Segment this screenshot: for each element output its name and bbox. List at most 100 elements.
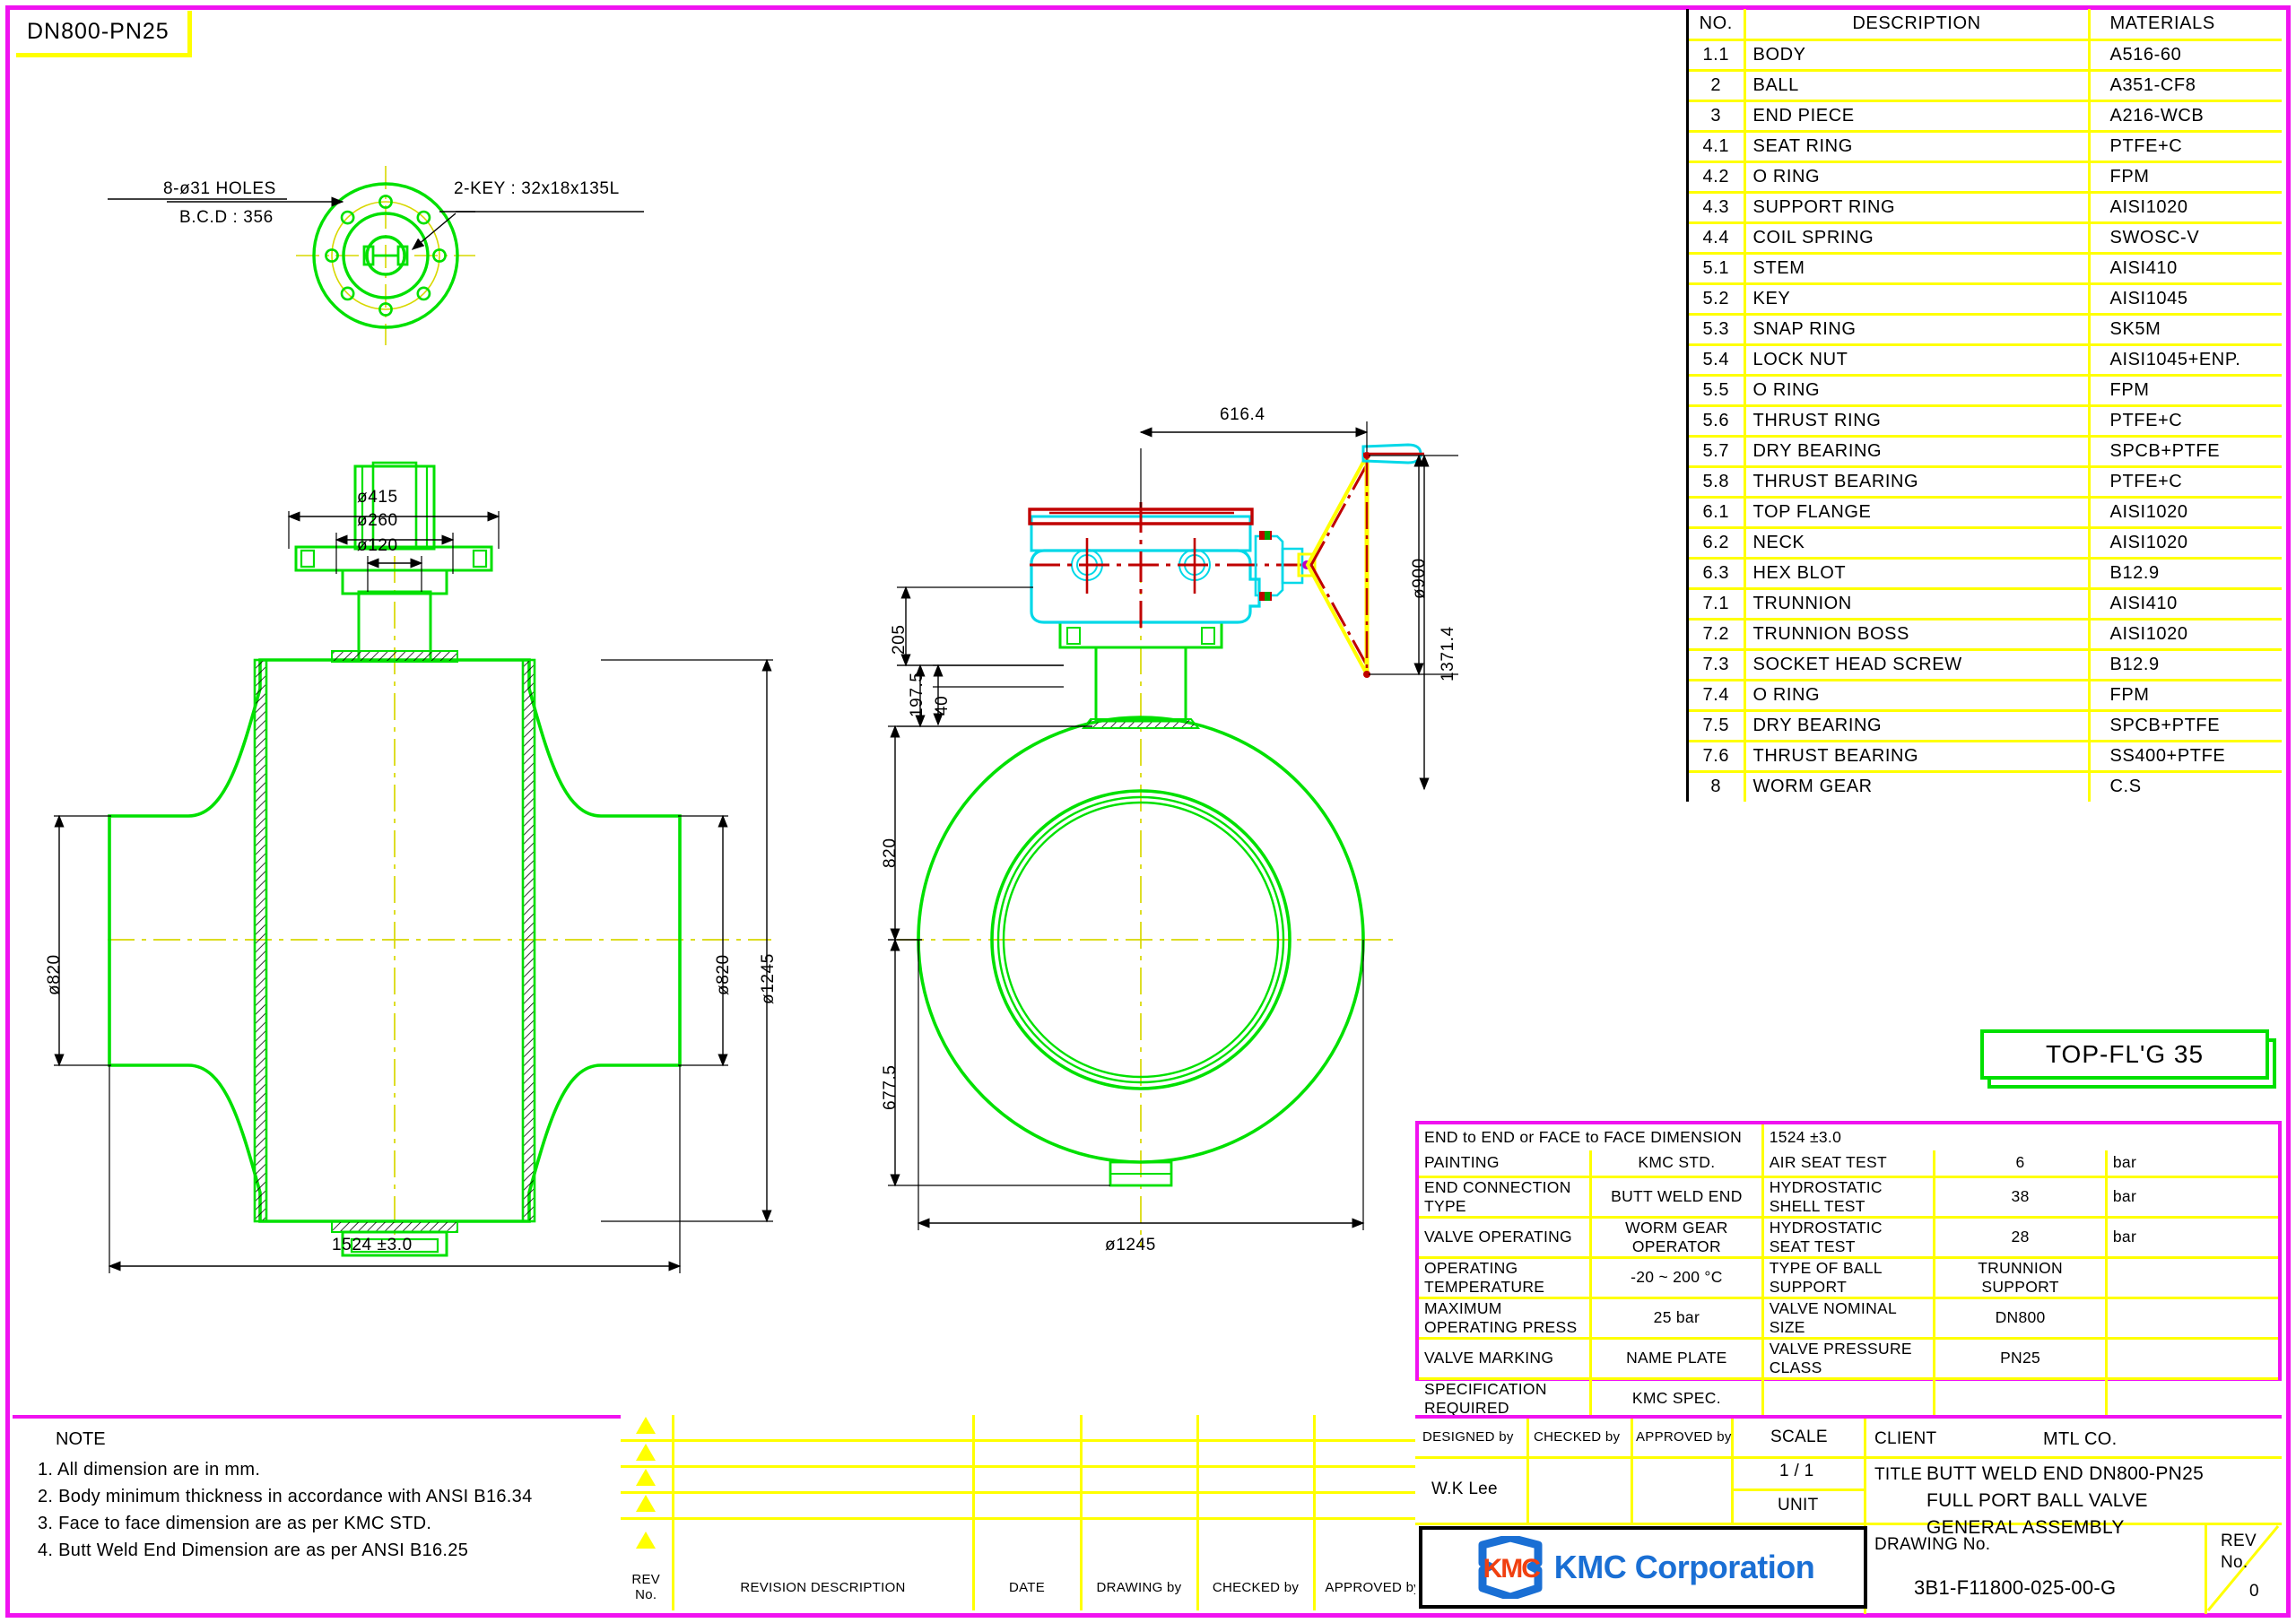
bom-cell-no: 7.1 bbox=[1689, 588, 1746, 621]
revision-header-description: REVISION DESCRIPTION bbox=[673, 1564, 975, 1610]
revision-header-rev-line2: No. bbox=[635, 1587, 657, 1603]
bom-header-no: NO. bbox=[1689, 9, 1746, 41]
bom-cell-description: TRUNNION bbox=[1744, 588, 2091, 621]
revision-header-approved-by: APPROVED by bbox=[1325, 1579, 1422, 1595]
flange-bcd-label: B.C.D : 356 bbox=[179, 208, 274, 227]
scale-label: SCALE bbox=[1770, 1428, 1828, 1446]
bom-cell-description: LOCK NUT bbox=[1744, 344, 2091, 377]
revision-marker bbox=[621, 1492, 674, 1520]
revision-cell-date bbox=[973, 1466, 1083, 1494]
bom-cell-description: THRUST BEARING bbox=[1744, 741, 2091, 773]
bom-cell-description: DRY BEARING bbox=[1744, 710, 2091, 742]
dim-205: 205 bbox=[890, 624, 909, 655]
vdd-row: OPERATING TEMPERATURE -20 ~ 200 °C TYPE OF… bbox=[1419, 1257, 2278, 1299]
bom-cell-no: 5.7 bbox=[1689, 436, 1746, 468]
bom-row: 5.5 O RING FPM bbox=[1689, 375, 2282, 407]
client-value: MTL CO. bbox=[2043, 1429, 2118, 1449]
revision-cell-checked-by bbox=[1197, 1518, 1316, 1565]
bom-cell-material: AISI1020 bbox=[2089, 619, 2282, 651]
bom-cell-description: THRUST BEARING bbox=[1744, 466, 2091, 499]
bom-row: 6.1 TOP FLANGE AISI1020 bbox=[1689, 497, 2282, 529]
vdd-right-label: VALVE PRESSURE CLASS bbox=[1762, 1338, 1936, 1380]
approved-by-label: APPROVED by bbox=[1636, 1429, 1732, 1445]
vdd-right-unit bbox=[2106, 1378, 2278, 1418]
top-flange-tag-box: TOP-FL'G 35 bbox=[1980, 1029, 2269, 1080]
bom-row: 2 BALL A351-CF8 bbox=[1689, 70, 2282, 102]
revision-cell-approved-by bbox=[1314, 1492, 1431, 1520]
vdd-left-value: -20 ~ 200 °C bbox=[1590, 1257, 1764, 1299]
bom-cell-material: C.S bbox=[2109, 777, 2142, 797]
bom-cell-description: HEX BLOT bbox=[1744, 558, 2091, 590]
revision-cell-description bbox=[673, 1492, 975, 1520]
revision-cell-date bbox=[973, 1518, 1083, 1565]
bom-header-row: NO. DESCRIPTION MATERIALS bbox=[1689, 9, 2282, 41]
rev-label: REV bbox=[2221, 1532, 2257, 1550]
vdd-right-label: AIR SEAT TEST bbox=[1762, 1150, 1936, 1178]
bom-row: 4.2 O RING FPM bbox=[1689, 161, 2282, 194]
note-item: 2. Body minimum thickness in accordance … bbox=[38, 1487, 533, 1506]
revision-cell-date bbox=[973, 1440, 1083, 1469]
notes-list: 1. All dimension are in mm. 2. Body minim… bbox=[38, 1456, 533, 1564]
revision-marker bbox=[621, 1415, 674, 1443]
drawing-no-value: 3B1-F11800-025-00-G bbox=[1914, 1576, 2117, 1599]
vdd-end-to-end-label: END to END or FACE to FACE DIMENSION bbox=[1419, 1124, 1764, 1150]
bom-cell-description: SOCKET HEAD SCREW bbox=[1744, 649, 2091, 681]
vdd-row: END CONNECTION TYPE BUTT WELD END HYDROSTA… bbox=[1419, 1176, 2278, 1219]
vdd-left-label: OPERATING TEMPERATURE bbox=[1419, 1257, 1593, 1299]
bom-cell-description: STEM bbox=[1744, 253, 2091, 285]
dim-d900: ø900 bbox=[1410, 558, 1429, 599]
dim-d820-left: ø820 bbox=[45, 954, 64, 995]
notes-block: NOTE 1. All dimension are in mm. 2. Body … bbox=[13, 1415, 621, 1610]
revision-cell-approved-by bbox=[1314, 1466, 1431, 1494]
bom-cell-no: 7.3 bbox=[1689, 649, 1746, 681]
bom-header-materials: MATERIALS bbox=[2089, 9, 2282, 41]
vdd-right-value: TRUNNION SUPPORT bbox=[1934, 1257, 2108, 1299]
revision-cell-description bbox=[673, 1518, 975, 1565]
bom-cell-no: 5.8 bbox=[1689, 466, 1746, 499]
revision-cell-drawing-by bbox=[1081, 1415, 1199, 1443]
vdd-left-value: NAME PLATE bbox=[1590, 1338, 1764, 1380]
vdd-right-unit bbox=[2106, 1298, 2278, 1340]
dim-40: 40 bbox=[933, 695, 952, 716]
bom-cell-no: 3 bbox=[1689, 100, 1746, 133]
vdd-row: VALVE OPERATING WORM GEAR OPERATOR HYDROST… bbox=[1419, 1217, 2278, 1259]
dim-d1245-side: ø1245 bbox=[1105, 1236, 1156, 1254]
bom-cell-description: O RING bbox=[1744, 375, 2091, 407]
bom-cell-description: WORM GEAR bbox=[1744, 771, 2091, 802]
bom-cell-no: 7.5 bbox=[1689, 710, 1746, 742]
vdd-right-unit: bar bbox=[2106, 1150, 2278, 1178]
dim-d415: ø415 bbox=[357, 488, 398, 507]
bom-cell-material: PTFE+C bbox=[2089, 405, 2282, 438]
bom-cell-material: SWOSC-V bbox=[2089, 222, 2282, 255]
valve-design-data-table: END to END or FACE to FACE DIMENSION 152… bbox=[1415, 1121, 2282, 1448]
revision-row bbox=[621, 1466, 1431, 1494]
kmc-mark-text: KMC bbox=[1483, 1554, 1541, 1584]
bom-row: 1.1 BODY A516-60 bbox=[1689, 39, 2282, 72]
dim-d1245-front: ø1245 bbox=[759, 953, 778, 1004]
revision-row bbox=[621, 1518, 1431, 1565]
revision-row bbox=[621, 1492, 1431, 1520]
bom-cell-no: 4.2 bbox=[1689, 161, 1746, 194]
bom-cell-no: 1.1 bbox=[1689, 39, 1746, 72]
bom-cell-material: B12.9 bbox=[2089, 558, 2282, 590]
bom-cell-no: 7.4 bbox=[1689, 680, 1746, 712]
bom-row: 5.2 KEY AISI1045 bbox=[1689, 283, 2282, 316]
vdd-right-unit bbox=[2106, 1257, 2278, 1299]
company-name: KMC Corporation bbox=[1553, 1549, 1815, 1585]
bom-row: 5.4 LOCK NUT AISI1045+ENP. bbox=[1689, 344, 2282, 377]
unit-label: UNIT bbox=[1778, 1496, 1819, 1515]
revision-cell-description bbox=[673, 1415, 975, 1443]
vdd-left-value: WORM GEAR OPERATOR bbox=[1590, 1217, 1764, 1259]
bom-row: 5.8 THRUST BEARING PTFE+C bbox=[1689, 466, 2282, 499]
bom-cell-description: TOP FLANGE bbox=[1744, 497, 2091, 529]
vdd-left-label: VALVE OPERATING bbox=[1419, 1217, 1593, 1259]
bom-row: 5.7 DRY BEARING SPCB+PTFE bbox=[1689, 436, 2282, 468]
bom-cell-description: BALL bbox=[1744, 70, 2091, 102]
revision-cell-drawing-by bbox=[1081, 1466, 1199, 1494]
bom-row: 8 WORM GEAR C.S bbox=[1689, 771, 2282, 802]
rev-sub-label: No. bbox=[2221, 1553, 2248, 1572]
bom-cell-description: SUPPORT RING bbox=[1744, 192, 2091, 224]
vdd-left-label: VALVE MARKING bbox=[1419, 1338, 1593, 1380]
dim-face-to-face: 1524 ±3.0 bbox=[332, 1236, 413, 1254]
revision-cell-approved-by bbox=[1314, 1415, 1431, 1443]
